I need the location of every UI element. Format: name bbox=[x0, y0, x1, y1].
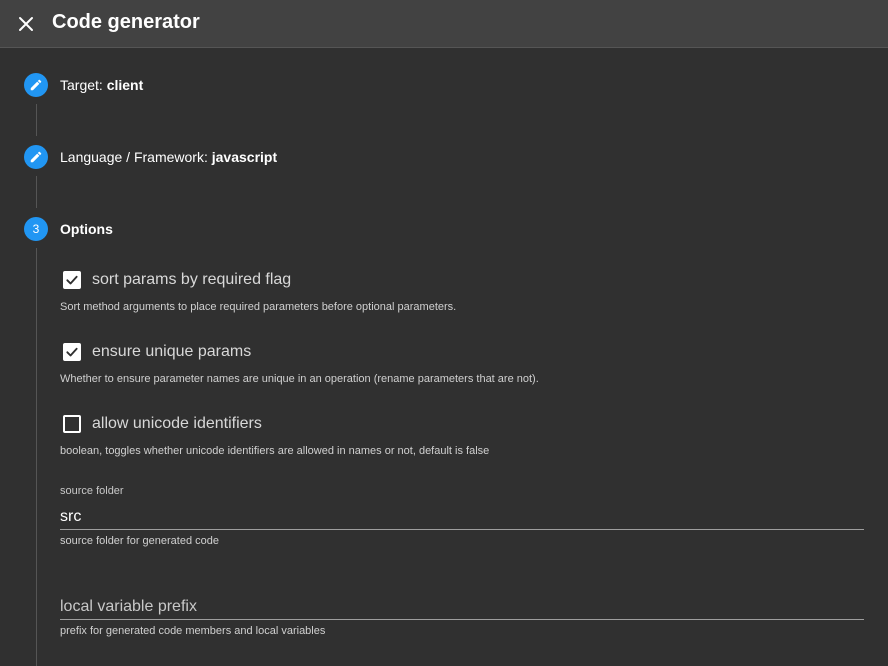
unique-params-hint: Whether to ensure parameter names are un… bbox=[60, 373, 539, 385]
source-folder-input[interactable] bbox=[60, 505, 864, 530]
step-2-value: javascript bbox=[211, 149, 278, 165]
pencil-icon bbox=[30, 79, 42, 91]
step-3-number: 3 bbox=[24, 217, 48, 241]
unicode-identifiers-hint: boolean, toggles whether unicode identif… bbox=[60, 445, 490, 457]
unique-params-checkbox[interactable] bbox=[63, 343, 81, 361]
dialog-header: Code generator bbox=[0, 0, 888, 48]
source-folder-label: source folder bbox=[60, 485, 124, 497]
stepper-connector bbox=[36, 104, 37, 136]
step-1-value: client bbox=[106, 77, 144, 93]
local-variable-prefix-hint: prefix for generated code members and lo… bbox=[60, 625, 326, 637]
checkmark-icon bbox=[66, 275, 78, 285]
sort-params-hint: Sort method arguments to place required … bbox=[60, 301, 457, 313]
checkmark-icon bbox=[66, 347, 78, 357]
close-button[interactable] bbox=[14, 12, 38, 36]
stepper-connector bbox=[36, 176, 37, 208]
stepper-connector bbox=[36, 248, 37, 666]
pencil-icon bbox=[30, 151, 42, 163]
step-1-label[interactable]: Target: client bbox=[60, 77, 143, 93]
step-1-edit-button[interactable] bbox=[24, 73, 48, 97]
step-2-label[interactable]: Language / Framework: javascript bbox=[60, 149, 277, 165]
local-variable-prefix-input[interactable] bbox=[60, 595, 864, 620]
dialog-title: Code generator bbox=[52, 11, 200, 33]
step-1-title: Target: bbox=[60, 77, 107, 93]
step-3-label[interactable]: Options bbox=[60, 221, 113, 237]
step-2-edit-button[interactable] bbox=[24, 145, 48, 169]
source-folder-hint: source folder for generated code bbox=[60, 535, 219, 547]
sort-params-label[interactable]: sort params by required flag bbox=[92, 271, 291, 289]
unicode-identifiers-checkbox[interactable] bbox=[63, 415, 81, 433]
unicode-identifiers-label[interactable]: allow unicode identifiers bbox=[92, 415, 262, 433]
close-icon bbox=[19, 17, 33, 31]
step-2-title: Language / Framework: bbox=[60, 149, 212, 165]
unique-params-label[interactable]: ensure unique params bbox=[92, 343, 251, 361]
sort-params-checkbox[interactable] bbox=[63, 271, 81, 289]
